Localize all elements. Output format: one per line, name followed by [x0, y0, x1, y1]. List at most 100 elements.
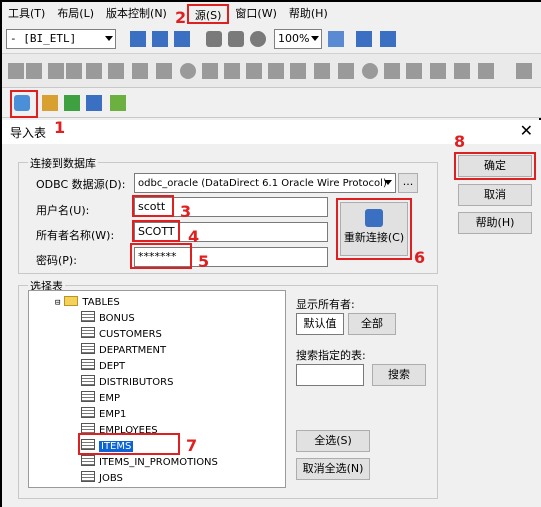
- edit-source-icon[interactable]: [64, 95, 80, 111]
- tree-root[interactable]: ⊟ TABLES: [55, 295, 120, 311]
- overview-icon[interactable]: [174, 31, 190, 47]
- default-owner-button[interactable]: 默认值: [296, 313, 344, 335]
- create-source-icon[interactable]: [42, 95, 58, 111]
- deselect-all-button[interactable]: 取消全选(N): [296, 458, 370, 480]
- folder-combo-value: - [BI_ETL]: [10, 32, 77, 45]
- cdc-icon[interactable]: [516, 63, 532, 79]
- import-table-dialog: 连接到数据库 ODBC 数据源(D): odbc_oracle (DataDir…: [2, 132, 541, 507]
- menu-sources[interactable]: 源(S): [186, 4, 230, 24]
- update-icon[interactable]: [224, 63, 240, 79]
- mq-icon[interactable]: [454, 63, 470, 79]
- table-icon: [81, 311, 95, 322]
- app-icon[interactable]: [430, 63, 446, 79]
- joiner-icon[interactable]: [156, 63, 172, 79]
- amg-icon[interactable]: [478, 63, 494, 79]
- filter-icon[interactable]: [8, 63, 24, 79]
- close-icon[interactable]: ✕: [520, 121, 533, 140]
- menu-tools[interactable]: 工具(T): [2, 4, 51, 24]
- output-icon[interactable]: [152, 31, 168, 47]
- table-tree[interactable]: ⊟ TABLES BONUS CUSTOMERS DEPARTMENT DEPT DIST…: [28, 290, 286, 488]
- xml-icon[interactable]: [406, 63, 422, 79]
- menu-layout[interactable]: 布局(L): [51, 4, 100, 24]
- tree-item-label: ITEMS_IN_PROMOTIONS: [99, 457, 218, 468]
- mapplet-icon[interactable]: [384, 63, 400, 79]
- highlight-user: [132, 195, 174, 217]
- zoom-combo[interactable]: 100%: [274, 29, 322, 49]
- connect-group-label: 连接到数据库: [28, 155, 98, 171]
- select-all-button[interactable]: 全选(S): [296, 430, 370, 452]
- password-label: 密码(P):: [36, 254, 77, 267]
- folder-combo[interactable]: - [BI_ETL]: [6, 29, 116, 49]
- aggregator-icon[interactable]: [66, 63, 82, 79]
- show-owners-label: 显示所有者:: [296, 298, 355, 311]
- grid-icon[interactable]: [86, 95, 102, 111]
- table-icon: [81, 327, 95, 338]
- menu-window[interactable]: 窗口(W): [229, 4, 282, 24]
- highlight-import-button: [10, 90, 38, 118]
- union-icon[interactable]: [202, 63, 218, 79]
- sql-icon[interactable]: [338, 63, 354, 79]
- dsn-value: odbc_oracle (DataDirect 6.1 Oracle Wire …: [138, 178, 387, 189]
- navigator-icon[interactable]: [130, 31, 146, 47]
- menu-bar: 工具(T) 布局(L) 版本控制(N) 源(S) 窗口(W) 帮助(H): [2, 2, 541, 26]
- arrange-all-icon[interactable]: [380, 31, 396, 47]
- pan-icon[interactable]: [206, 31, 222, 47]
- annotation-8: 8: [454, 132, 466, 151]
- highlight-items: [78, 433, 180, 455]
- transaction-icon[interactable]: [290, 63, 306, 79]
- table-icon: [81, 471, 95, 482]
- router-icon[interactable]: [48, 63, 64, 79]
- menu-version-control[interactable]: 版本控制(N): [100, 4, 173, 24]
- highlight-reconnect: [336, 198, 412, 260]
- user-label: 用户名(U):: [36, 204, 90, 217]
- procedure-icon[interactable]: [132, 63, 148, 79]
- all-owners-button[interactable]: 全部: [348, 313, 396, 335]
- annotation-2: 2: [175, 8, 187, 27]
- tree-item[interactable]: DISTRIBUTORS: [81, 375, 173, 391]
- cancel-button[interactable]: 取消: [458, 184, 532, 206]
- rank-icon[interactable]: [86, 63, 102, 79]
- tree-item-label: DEPT: [99, 361, 126, 372]
- tree-item[interactable]: CUSTOMERS: [81, 327, 162, 343]
- highlight-password: [130, 243, 192, 269]
- tree-item[interactable]: EMP1: [81, 407, 126, 423]
- hand-icon[interactable]: [250, 31, 266, 47]
- tree-item[interactable]: EMP: [81, 391, 120, 407]
- table-icon: [81, 391, 95, 402]
- sorter-icon[interactable]: [268, 63, 284, 79]
- dsn-select[interactable]: odbc_oracle (DataDirect 6.1 Oracle Wire …: [134, 173, 396, 193]
- help-button[interactable]: 帮助(H): [458, 212, 532, 234]
- source-toolbar: [2, 88, 541, 118]
- stop-icon[interactable]: [362, 63, 378, 79]
- tree-item-label: CUSTOMERS: [99, 329, 162, 340]
- tree-item[interactable]: ITEMS_IN_PROMOTIONS: [81, 455, 218, 471]
- tree-item[interactable]: DEPT: [81, 359, 125, 375]
- arrange-icon[interactable]: [356, 31, 372, 47]
- lookup-icon[interactable]: [180, 63, 196, 79]
- tree-item[interactable]: BONUS: [81, 311, 135, 327]
- table-icon: [81, 359, 95, 370]
- dsn-browse-button[interactable]: ...: [398, 173, 418, 193]
- tree-item[interactable]: DEPARTMENT: [81, 343, 166, 359]
- table-icon: [81, 407, 95, 418]
- extra-icon[interactable]: [110, 95, 126, 111]
- table-icon: [81, 375, 95, 386]
- search-button[interactable]: 搜索: [372, 364, 426, 386]
- normalizer-icon[interactable]: [246, 63, 262, 79]
- tree-item-label: EMP1: [99, 409, 127, 420]
- chevron-down-icon: [311, 36, 319, 41]
- highlight-ok: [454, 152, 536, 180]
- search-input[interactable]: [296, 364, 364, 386]
- custom-icon[interactable]: [314, 63, 330, 79]
- tree-item[interactable]: JOBS: [81, 471, 123, 487]
- sequence-icon[interactable]: [108, 63, 124, 79]
- owner-label: 所有者名称(W):: [36, 229, 115, 242]
- zoom-combo-value: 100%: [278, 32, 310, 45]
- annotation-7: 7: [186, 436, 198, 455]
- zoom-icon[interactable]: [228, 31, 244, 47]
- dsn-label: ODBC 数据源(D):: [36, 178, 126, 191]
- fit-icon[interactable]: [328, 31, 344, 47]
- expression-icon[interactable]: [26, 63, 42, 79]
- tree-root-label: TABLES: [82, 297, 120, 308]
- menu-help[interactable]: 帮助(H): [283, 4, 334, 24]
